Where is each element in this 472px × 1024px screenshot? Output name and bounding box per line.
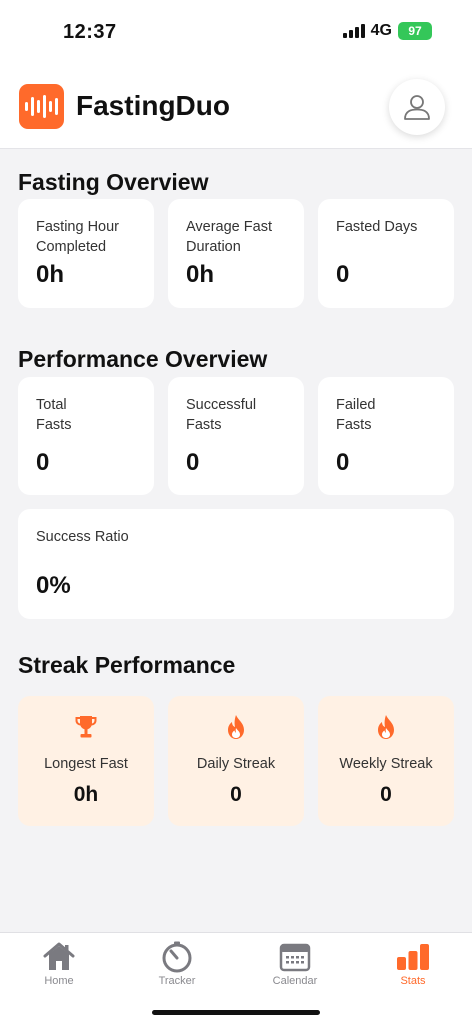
streak-performance-title: Streak Performance bbox=[18, 652, 236, 678]
fasting-overview-title: Fasting Overview bbox=[18, 169, 209, 195]
home-icon bbox=[4, 941, 114, 973]
battery-level: 97 bbox=[408, 24, 422, 38]
status-indicators: 4G 97 bbox=[342, 22, 432, 40]
tab-label: Tracker bbox=[158, 975, 196, 987]
trophy-icon bbox=[75, 714, 97, 745]
streak-value: 0 bbox=[230, 783, 242, 806]
weekly-streak-card: Weekly Streak 0 bbox=[318, 696, 454, 826]
card-label: Average Fast Duration bbox=[186, 219, 272, 255]
total-fasts-card: Total Fasts 0 bbox=[18, 377, 154, 495]
stats-content[interactable]: Fasting Overview Fasting Hour Completed … bbox=[0, 149, 472, 932]
tab-label: Calendar bbox=[272, 975, 318, 987]
tab-tracker[interactable]: Tracker bbox=[122, 941, 232, 987]
status-time: 12:37 bbox=[63, 21, 117, 43]
calendar-icon bbox=[240, 941, 350, 973]
tab-home[interactable]: Home bbox=[4, 941, 114, 987]
battery-icon: 97 bbox=[398, 22, 432, 40]
card-value: 0 bbox=[36, 449, 50, 476]
streak-label: Daily Streak bbox=[196, 756, 276, 772]
card-label: Successful Fasts bbox=[186, 397, 257, 433]
card-value: 0h bbox=[186, 261, 215, 288]
status-bar: 12:37 4G 97 bbox=[0, 0, 472, 64]
performance-overview-title: Performance Overview bbox=[18, 346, 268, 372]
streak-label: Weekly Streak bbox=[339, 756, 433, 772]
streak-label: Longest Fast bbox=[44, 756, 128, 772]
daily-streak-card: Daily Streak 0 bbox=[168, 696, 304, 826]
flame-icon bbox=[225, 714, 247, 745]
card-label: Failed Fasts bbox=[336, 397, 376, 433]
longest-fast-card: Longest Fast 0h bbox=[18, 696, 154, 826]
tab-label: Home bbox=[44, 975, 74, 987]
app-header: FastingDuo bbox=[0, 64, 472, 149]
card-label: Total Fasts bbox=[36, 397, 72, 433]
card-value: 0% bbox=[36, 572, 71, 599]
profile-button[interactable] bbox=[389, 79, 445, 135]
tab-label: Stats bbox=[400, 975, 426, 987]
fasting-hours-card: Fasting Hour Completed 0h bbox=[18, 199, 154, 308]
timer-icon bbox=[122, 941, 232, 973]
successful-fasts-card: Successful Fasts 0 bbox=[168, 377, 304, 495]
streak-value: 0h bbox=[73, 783, 99, 806]
average-fast-card: Average Fast Duration 0h bbox=[168, 199, 304, 308]
tab-stats[interactable]: Stats bbox=[358, 941, 468, 987]
network-type: 4G bbox=[370, 22, 392, 39]
fasted-days-card: Fasted Days 0 bbox=[318, 199, 454, 308]
card-value: 0h bbox=[36, 261, 65, 288]
card-label: Success Ratio bbox=[36, 529, 129, 545]
card-value: 0 bbox=[336, 261, 350, 288]
user-icon bbox=[404, 95, 430, 120]
success-ratio-card: Success Ratio 0% bbox=[18, 509, 454, 619]
streak-value: 0 bbox=[380, 783, 392, 806]
app-title: FastingDuo bbox=[76, 90, 230, 121]
home-indicator bbox=[152, 1010, 320, 1015]
waveform-icon bbox=[19, 84, 64, 129]
signal-icon bbox=[342, 24, 365, 38]
card-label: Fasting Hour Completed bbox=[36, 219, 120, 255]
card-label: Fasted Days bbox=[336, 219, 418, 235]
bar-chart-icon bbox=[358, 941, 468, 973]
flame-icon bbox=[375, 714, 397, 745]
failed-fasts-card: Failed Fasts 0 bbox=[318, 377, 454, 495]
card-value: 0 bbox=[336, 449, 350, 476]
tab-calendar[interactable]: Calendar bbox=[240, 941, 350, 987]
card-value: 0 bbox=[186, 449, 200, 476]
